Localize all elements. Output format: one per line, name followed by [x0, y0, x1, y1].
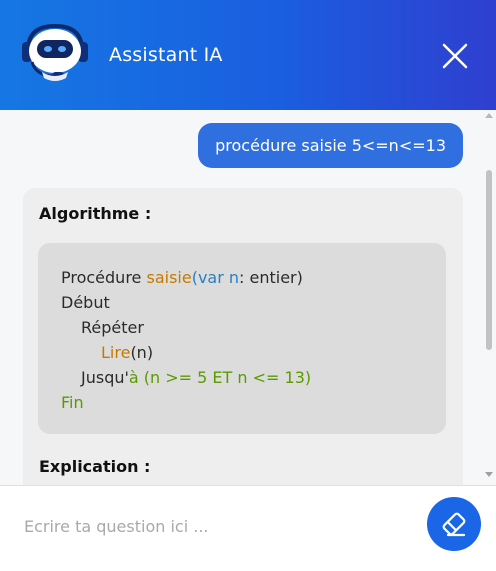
- chat-messages: procédure saisie 5<=n<=13 Algorithme : P…: [0, 110, 496, 485]
- close-icon: [442, 43, 468, 69]
- bot-message-card: Algorithme : Procédure saisie(var n: ent…: [23, 188, 463, 485]
- chat-header: Assistant IA: [0, 0, 496, 110]
- scroll-thumb[interactable]: [486, 170, 492, 350]
- user-message-bubble: procédure saisie 5<=n<=13: [198, 123, 463, 168]
- question-input[interactable]: [22, 508, 406, 544]
- scroll-down-icon[interactable]: [485, 472, 493, 477]
- code-content: Procédure saisie(var n: entier) Début Ré…: [61, 265, 311, 415]
- code-line: Répéter: [81, 318, 144, 337]
- code-line: Début: [61, 293, 110, 312]
- chat-input-bar: [0, 485, 496, 571]
- clear-button[interactable]: [427, 497, 481, 551]
- code-line: Jusqu'à (n >= 5 ET n <= 13): [81, 368, 312, 387]
- chat-scrollbar[interactable]: [482, 110, 496, 485]
- algorithm-heading: Algorithme :: [39, 204, 152, 223]
- explanation-heading: Explication :: [39, 457, 151, 476]
- eraser-icon: [442, 512, 466, 537]
- code-line: Fin: [61, 393, 84, 412]
- scroll-up-icon[interactable]: [485, 113, 493, 118]
- robot-icon: [20, 20, 90, 86]
- code-line: Procédure saisie(var n: entier): [61, 268, 303, 287]
- header-title: Assistant IA: [109, 44, 223, 66]
- close-button[interactable]: [438, 39, 472, 73]
- code-line: Lire(n): [101, 343, 154, 362]
- code-block: Procédure saisie(var n: entier) Début Ré…: [38, 243, 446, 434]
